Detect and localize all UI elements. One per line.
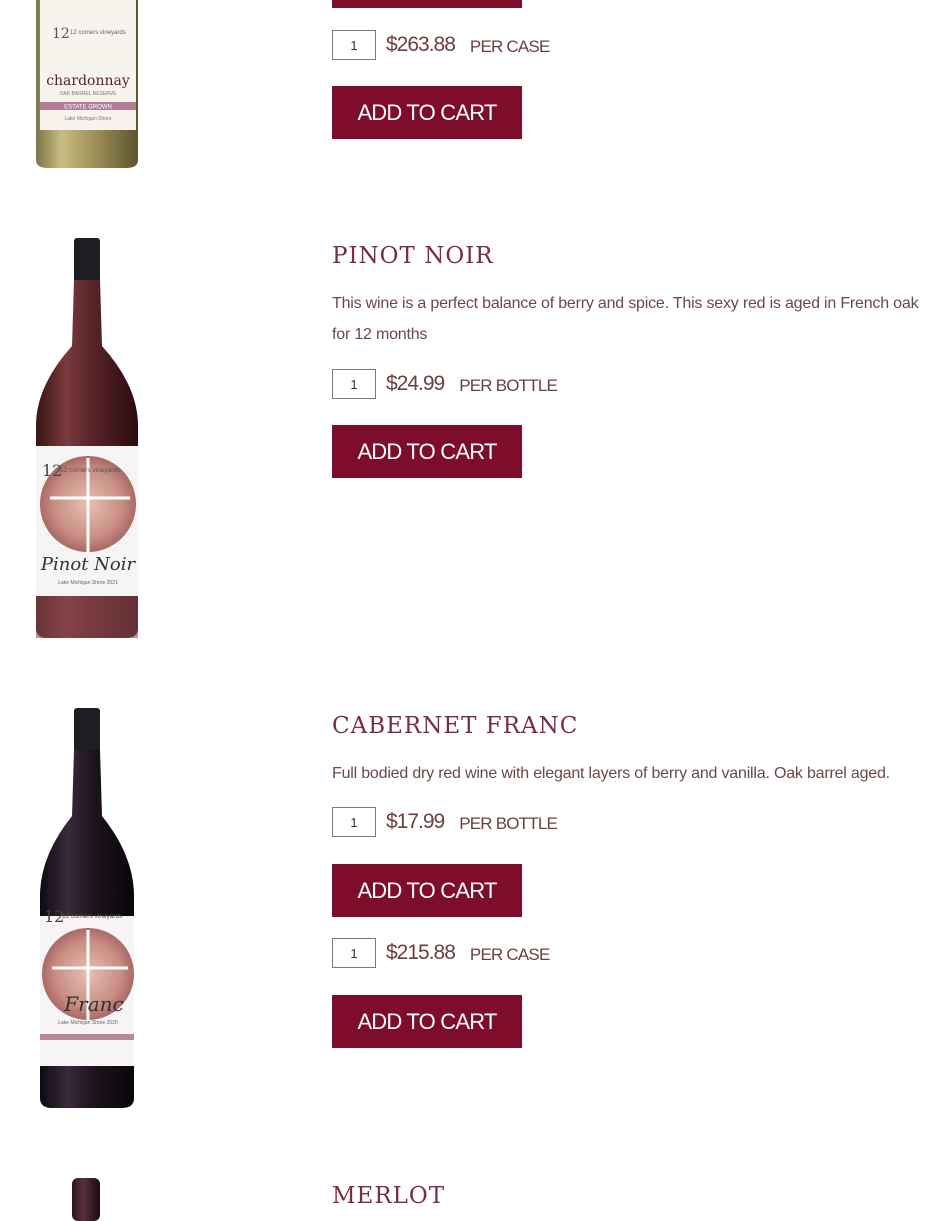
- svg-text:ESTATE GROWN: ESTATE GROWN: [64, 105, 112, 111]
- pinot-noir-bottle-offer: $24.99 PER BOTTLE: [332, 367, 558, 401]
- svg-text:Lake Michigan Shore 2021: Lake Michigan Shore 2021: [58, 580, 118, 586]
- svg-text:Pinot Noir: Pinot Noir: [40, 554, 137, 575]
- quantity-input[interactable]: [332, 938, 376, 968]
- cabernet-franc-bottle-image: 12 12 corners vineyards Franc Lake Michi…: [40, 708, 134, 1108]
- svg-text:OAK BARREL RESERVE: OAK BARREL RESERVE: [60, 91, 118, 97]
- chardonnay-case-offer: $263.88 PER CASE: [332, 28, 550, 62]
- price: $263.88: [386, 33, 456, 56]
- svg-text:12 corners vineyards: 12 corners vineyards: [62, 913, 123, 920]
- add-to-cart-button[interactable]: ADD TO CART: [332, 425, 522, 478]
- price-unit: PER CASE: [469, 945, 550, 964]
- price-unit: PER BOTTLE: [459, 376, 558, 395]
- product-name: MERLOT: [332, 1183, 446, 1209]
- add-to-cart-button-partial[interactable]: [332, 0, 522, 8]
- price: $215.88: [386, 941, 456, 964]
- product-name: CABERNET FRANC: [332, 713, 579, 739]
- svg-text:12 corners vineyards: 12 corners vineyards: [60, 467, 121, 474]
- merlot-bottle-image: [72, 1178, 100, 1221]
- svg-text:Lake Michigan Shore: Lake Michigan Shore: [65, 116, 112, 122]
- add-to-cart-button[interactable]: ADD TO CART: [332, 864, 522, 917]
- price: $17.99: [386, 810, 445, 833]
- price-unit: PER BOTTLE: [459, 814, 558, 833]
- svg-text:Franc: Franc: [63, 992, 123, 1016]
- quantity-input[interactable]: [332, 30, 376, 60]
- product-description: Full bodied dry red wine with elegant la…: [332, 765, 890, 782]
- product-name: PINOT NOIR: [332, 243, 494, 269]
- chardonnay-bottle-image: 12 12 corners vineyards chardonnay OAK B…: [36, 0, 138, 168]
- svg-text:12 corners vineyards: 12 corners vineyards: [70, 30, 126, 36]
- quantity-input[interactable]: [332, 807, 376, 837]
- add-to-cart-button[interactable]: ADD TO CART: [332, 995, 522, 1048]
- cabernet-franc-bottle-offer: $17.99 PER BOTTLE: [332, 805, 558, 839]
- product-description: This wine is a perfect balance of berry …: [332, 295, 919, 343]
- svg-text:chardonnay: chardonnay: [46, 73, 130, 89]
- pinot-noir-bottle-image: 12 12 corners vineyards Pinot Noir Lake …: [36, 238, 138, 638]
- quantity-input[interactable]: [332, 369, 376, 399]
- add-to-cart-button[interactable]: ADD TO CART: [332, 86, 522, 139]
- svg-text:12: 12: [52, 26, 70, 42]
- svg-text:Lake Michigan Shore 2020: Lake Michigan Shore 2020: [58, 1020, 118, 1026]
- cabernet-franc-case-offer: $215.88 PER CASE: [332, 936, 550, 970]
- price-unit: PER CASE: [469, 37, 550, 56]
- price: $24.99: [386, 372, 445, 395]
